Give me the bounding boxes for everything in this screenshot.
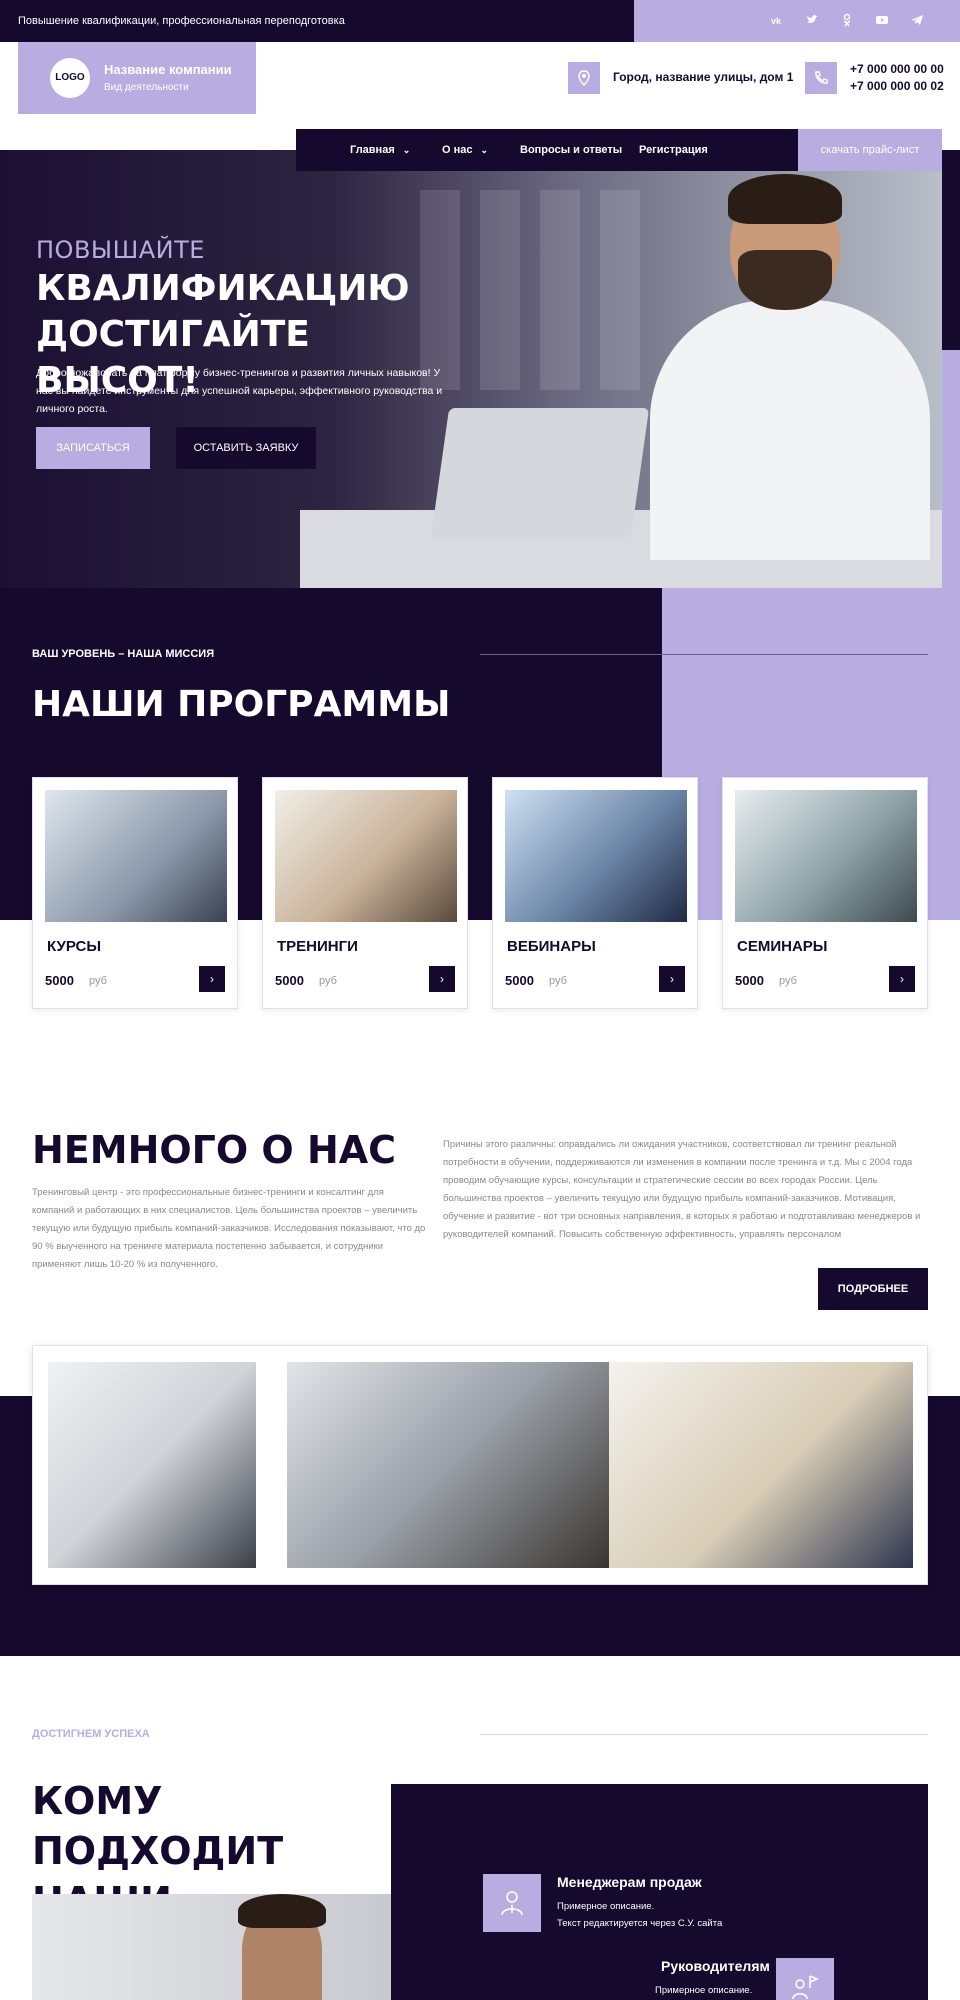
- logo: LOGO: [50, 58, 90, 98]
- card-image: [505, 790, 687, 922]
- program-card-trainings[interactable]: ТРЕНИНГИ 5000 руб ›: [262, 777, 468, 1009]
- gallery-photo: [287, 1362, 609, 1568]
- hero-kicker: ПОВЫШАЙТЕ: [36, 236, 205, 264]
- top-tagline: Повышение квалификации, профессиональная…: [0, 0, 634, 42]
- card-currency: руб: [319, 975, 337, 987]
- who-kicker: ДОСТИГНЕМ УСПЕХА: [32, 1728, 150, 1740]
- card-arrow-button[interactable]: ›: [199, 966, 225, 992]
- card-arrow-button[interactable]: ›: [659, 966, 685, 992]
- chevron-right-icon: ›: [210, 972, 214, 986]
- chevron-down-icon: ⌄: [480, 145, 489, 155]
- gallery-photo: [48, 1362, 256, 1568]
- card-currency: руб: [89, 975, 107, 987]
- divider: [480, 1734, 928, 1735]
- card-currency: руб: [549, 975, 567, 987]
- more-button[interactable]: ПОДРОБНЕЕ: [818, 1268, 928, 1310]
- programs-kicker: ВАШ УРОВЕНЬ – НАША МИССИЯ: [32, 648, 215, 660]
- manager-icon: [483, 1874, 541, 1932]
- role-title: Руководителям: [661, 1958, 770, 1974]
- odnoklassniki-icon[interactable]: [839, 13, 855, 29]
- hero-text: Добро пожаловать на платформу бизнес-тре…: [36, 367, 443, 415]
- vk-icon[interactable]: vk: [769, 13, 785, 29]
- card-price: 5000: [505, 973, 534, 988]
- program-card-seminars[interactable]: СЕМИНАРЫ 5000 руб ›: [722, 777, 928, 1009]
- program-card-webinars[interactable]: ВЕБИНАРЫ 5000 руб ›: [492, 777, 698, 1009]
- nav-item-register[interactable]: Регистрация: [639, 129, 708, 171]
- phone-secondary[interactable]: +7 000 000 00 02: [850, 79, 944, 93]
- laptop-graphic: [430, 408, 650, 538]
- photo-gallery: [32, 1345, 928, 1585]
- download-price-button[interactable]: скачать прайс-лист: [798, 129, 942, 171]
- program-card-courses[interactable]: КУРСЫ 5000 руб ›: [32, 777, 238, 1009]
- who-photo: [32, 1894, 434, 2000]
- card-image: [275, 790, 457, 922]
- about-text-left: Тренинговый центр - это профессиональные…: [32, 1187, 426, 1270]
- about-title: НЕМНОГО О НАС: [32, 1128, 397, 1172]
- card-arrow-button[interactable]: ›: [889, 966, 915, 992]
- about-text-right: Причины этого различны: оправдались ли о…: [443, 1139, 921, 1240]
- card-image: [735, 790, 917, 922]
- card-currency: руб: [779, 975, 797, 987]
- businessman-photo: [640, 170, 940, 570]
- chevron-right-icon: ›: [900, 972, 904, 986]
- leader-icon: [776, 1958, 834, 2000]
- card-price: 5000: [275, 973, 304, 988]
- programs-title: НАШИ ПРОГРАММЫ: [32, 684, 451, 725]
- divider: [480, 654, 928, 655]
- company-logo-block[interactable]: LOGO Название компании Вид деятельности: [18, 42, 256, 114]
- card-price: 5000: [45, 973, 74, 988]
- gallery-photo: [609, 1362, 913, 1568]
- role-desc: Примерное описание.: [655, 1985, 753, 1996]
- card-title: КУРСЫ: [47, 938, 102, 955]
- nav-item-home[interactable]: Главная ⌄: [350, 129, 410, 171]
- address: Город, название улицы, дом 1: [613, 70, 794, 84]
- phone-primary[interactable]: +7 000 000 00 00: [850, 62, 944, 76]
- chevron-right-icon: ›: [440, 972, 444, 986]
- company-name: Название компании: [104, 62, 232, 77]
- card-price: 5000: [735, 973, 764, 988]
- role-title: Менеджерам продаж: [557, 1874, 702, 1890]
- telegram-icon[interactable]: [909, 13, 925, 29]
- leave-request-button[interactable]: ОСТАВИТЬ ЗАЯВКУ: [176, 427, 316, 469]
- signup-button[interactable]: ЗАПИСАТЬСЯ: [36, 427, 150, 469]
- card-title: ВЕБИНАРЫ: [507, 938, 596, 955]
- phone-icon: [805, 62, 837, 94]
- nav-item-faq[interactable]: Вопросы и ответы: [520, 129, 622, 171]
- social-bar: vk: [634, 0, 960, 42]
- card-title: ТРЕНИНГИ: [277, 938, 358, 955]
- chevron-right-icon: ›: [670, 972, 674, 986]
- top-bar: Повышение квалификации, профессиональная…: [0, 0, 960, 42]
- card-image: [45, 790, 227, 922]
- company-activity: Вид деятельности: [104, 82, 189, 93]
- location-icon: [568, 62, 600, 94]
- svg-text:vk: vk: [771, 16, 782, 26]
- audience-panel: Менеджерам продаж Примерное описание. Те…: [391, 1784, 928, 2000]
- role-desc: Примерное описание.: [557, 1901, 655, 1912]
- youtube-icon[interactable]: [874, 13, 890, 29]
- chevron-down-icon: ⌄: [402, 145, 411, 155]
- main-nav: Главная ⌄ О нас ⌄ Вопросы и ответы Регистр…: [296, 129, 798, 171]
- nav-item-about[interactable]: О нас ⌄: [442, 129, 488, 171]
- role-desc: Текст редактируется через С.У. сайта: [557, 1918, 723, 1929]
- twitter-icon[interactable]: [804, 13, 820, 29]
- card-title: СЕМИНАРЫ: [737, 938, 828, 955]
- card-arrow-button[interactable]: ›: [429, 966, 455, 992]
